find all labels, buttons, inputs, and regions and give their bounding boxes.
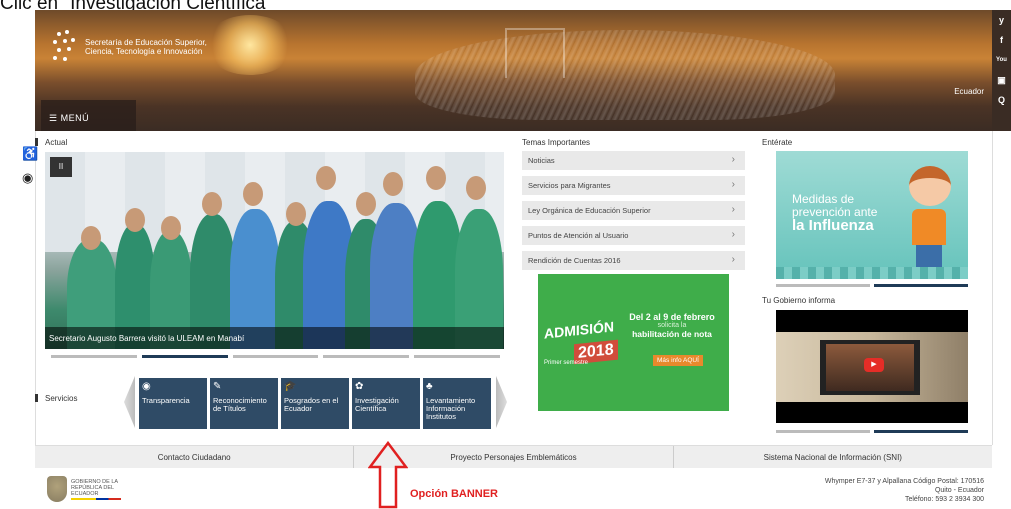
enterate-dot[interactable]	[776, 284, 870, 287]
annotation-label: Opción BANNER	[410, 488, 498, 500]
admision-text: Del 2 al 9 de febrero solicita la habili…	[618, 312, 726, 339]
service-label: Reconocimiento de Títulos	[213, 396, 267, 413]
enterate-text: Medidas de prevención ante la Influenza	[792, 193, 877, 234]
annotation-arrow-icon	[368, 441, 408, 509]
twitter-icon[interactable]: y	[992, 10, 1011, 30]
temas-list: Noticias Servicios para Migrantes Ley Or…	[522, 151, 745, 276]
logo-text: Secretaría de Educación Superior, Cienci…	[85, 38, 207, 56]
services-prev-arrow[interactable]	[124, 376, 135, 428]
tema-item[interactable]: Noticias	[522, 151, 745, 170]
tema-item[interactable]: Puntos de Atención al Usuario	[522, 226, 745, 245]
enterate-line3: la Influenza	[792, 217, 874, 234]
admision-title: ADMISIÓN	[544, 318, 614, 342]
condor-wing-graphic	[415, 30, 835, 120]
site-header: Secretaría de Educación Superior, Cienci…	[35, 10, 992, 131]
edit-icon: ✎	[213, 381, 222, 392]
gobierno-logo[interactable]: GOBIERNO DE LA REPÚBLICA DEL ECUADOR	[47, 476, 123, 502]
slider-dot[interactable]	[414, 355, 500, 358]
social-bar: y f You ▣ Q	[992, 10, 1011, 131]
slider-dot[interactable]	[323, 355, 410, 358]
shield-icon	[47, 476, 67, 502]
admision-line2: solicita la	[657, 322, 687, 329]
enterate-dot-active[interactable]	[874, 284, 968, 287]
service-label: Posgrados en el Ecuador	[284, 396, 339, 413]
slider-dot[interactable]	[232, 355, 319, 358]
pause-button[interactable]: II	[50, 157, 72, 177]
tema-item[interactable]: Servicios para Migrantes	[522, 176, 745, 195]
admision-sub: Primer semestre	[544, 360, 589, 366]
eye-icon[interactable]: ◉	[22, 170, 36, 194]
service-transparencia[interactable]: ◉ Transparencia	[139, 378, 207, 429]
servicios-heading: Servicios	[34, 394, 78, 403]
actual-heading: Actual	[34, 138, 68, 147]
services-carousel: ◉ Transparencia ✎ Reconocimiento de Títu…	[139, 378, 491, 429]
service-label: Transparencia	[142, 396, 190, 405]
temas-heading: Temas Importantes	[522, 138, 591, 147]
address-line: Whymper E7-37 y Alpallana Código Postal:…	[824, 478, 984, 485]
service-investigacion-cientifica[interactable]: ✿ Investigación Científica	[352, 378, 420, 429]
senescyt-logo[interactable]: Secretaría de Educación Superior, Cienci…	[53, 30, 215, 64]
institution-icon: ♣	[426, 381, 433, 392]
footer-link-contacto[interactable]: Contacto Ciudadano	[35, 446, 355, 468]
address-line: Teléfono: 593 2 3934 300	[904, 496, 984, 503]
services-next-arrow[interactable]	[496, 376, 507, 428]
footer-address: Whymper E7-37 y Alpallana Código Postal:…	[825, 477, 984, 504]
gobierno-logo-text: GOBIERNO DE LA REPÚBLICA DEL ECUADOR	[71, 478, 118, 497]
admision-banner[interactable]: ADMISIÓN 2018 Primer semestre Del 2 al 9…	[538, 274, 729, 411]
service-label: Levantamiento Información Institutos	[426, 396, 476, 421]
admision-more-button[interactable]: Más info AQUÍ	[653, 355, 703, 366]
flickr-icon[interactable]: ▣	[992, 70, 1011, 90]
slider-dot[interactable]	[51, 355, 137, 358]
menu-button[interactable]: ☰ MENÚ	[41, 100, 136, 131]
logo-mark-icon	[53, 30, 77, 64]
video-player[interactable]: ▶	[776, 310, 968, 423]
hamburger-icon: ☰	[49, 113, 61, 123]
flag-stripe	[71, 497, 121, 500]
slider-dots	[51, 355, 500, 358]
admision-line3: habilitación de nota	[632, 329, 712, 339]
video-dot-active[interactable]	[874, 430, 968, 433]
accessibility-person-icon[interactable]: ♿	[22, 146, 38, 170]
facebook-icon[interactable]: f	[992, 30, 1011, 50]
service-reconocimiento-titulos[interactable]: ✎ Reconocimiento de Títulos	[210, 378, 278, 429]
tema-item[interactable]: Rendición de Cuentas 2016	[522, 251, 745, 270]
video-dots	[776, 430, 968, 433]
play-icon[interactable]: ▶	[864, 358, 884, 372]
service-posgrados[interactable]: 🎓 Posgrados en el Ecuador	[281, 378, 349, 429]
enterate-dots	[776, 284, 968, 287]
content-border-right	[992, 131, 993, 445]
enterate-banner[interactable]: Medidas de prevención ante la Influenza	[776, 151, 968, 279]
footer-link-sni[interactable]: Sistema Nacional de Información (SNI)	[674, 446, 992, 468]
graduation-cap-icon: 🎓	[284, 381, 297, 392]
address-line: Quito - Ecuador	[934, 487, 984, 494]
footer-links: Contacto Ciudadano Proyecto Personajes E…	[35, 445, 992, 468]
gobierno-informa-heading: Tu Gobierno informa	[762, 296, 836, 305]
gear-icon: ✿	[355, 381, 364, 392]
youtube-icon[interactable]: You	[992, 50, 1011, 70]
tower-graphic	[505, 28, 565, 78]
enterate-heading: Entérate	[762, 138, 793, 147]
service-label: Investigación Científica	[355, 396, 399, 413]
slider-dot-active[interactable]	[141, 355, 228, 358]
accessibility-tools: ♿ ◉	[22, 146, 38, 194]
country-label: Ecuador	[954, 87, 984, 96]
search-icon[interactable]: Q	[992, 90, 1011, 110]
sun-graphic	[205, 15, 295, 75]
menu-label: MENÚ	[60, 113, 90, 123]
admision-dates: Del 2 al 9 de febrero	[629, 312, 715, 322]
eye-icon: ◉	[142, 381, 151, 392]
tema-item[interactable]: Ley Orgánica de Educación Superior	[522, 201, 745, 220]
boy-illustration	[909, 166, 951, 206]
video-dot[interactable]	[776, 430, 870, 433]
slide-caption[interactable]: Secretario Augusto Barrera visitó la ULE…	[45, 327, 504, 349]
news-slider[interactable]: II Secretario Augusto Barrera visitó la …	[45, 152, 504, 349]
service-levantamiento-institutos[interactable]: ♣ Levantamiento Información Institutos	[423, 378, 491, 429]
